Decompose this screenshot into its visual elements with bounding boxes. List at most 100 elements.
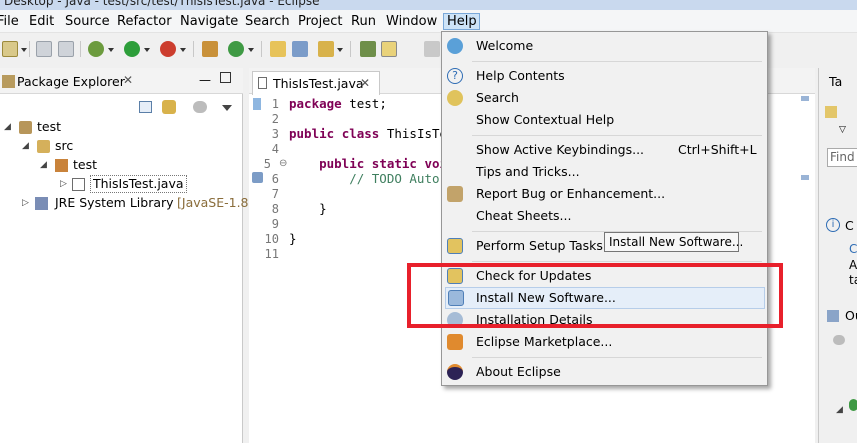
new-task-icon[interactable]	[825, 106, 837, 118]
save-all-icon[interactable]	[58, 41, 74, 57]
menu-item-contextual-help[interactable]: Show Contextual Help	[442, 109, 767, 131]
tree-label: ThisIsTest.java	[90, 175, 187, 193]
new-java-class-icon[interactable]	[228, 41, 244, 57]
external-tools-icon[interactable]	[160, 41, 176, 57]
line-number: 2	[271, 112, 279, 126]
search-tool-icon[interactable]	[318, 41, 334, 57]
view-menu-icon[interactable]	[193, 101, 207, 113]
menu-item-label: About Eclipse	[476, 364, 561, 379]
menu-project[interactable]: Project	[295, 13, 345, 30]
run-dropdown-arrow[interactable]	[144, 48, 150, 52]
line-number: 6	[271, 172, 279, 186]
info-icon: i	[826, 218, 840, 232]
menu-item-label: Tips and Tricks...	[476, 164, 580, 179]
line-number: 11	[264, 247, 279, 261]
menu-item-search[interactable]: Search	[442, 87, 767, 109]
menu-item-marketplace[interactable]: Eclipse Marketplace...	[442, 331, 767, 353]
menu-separator	[472, 61, 762, 62]
menu-item-help-contents[interactable]: ? Help Contents	[442, 65, 767, 87]
close-tab-icon[interactable]: ✕	[360, 76, 370, 90]
open-type-icon[interactable]	[270, 41, 286, 57]
menu-help[interactable]: Help	[443, 13, 480, 30]
menu-item-label: Eclipse Marketplace...	[476, 334, 613, 349]
menu-run[interactable]: Run	[348, 13, 379, 30]
line-number: 9	[271, 217, 279, 231]
new-class-dropdown-arrow[interactable]	[248, 48, 254, 52]
link-with-editor-icon[interactable]	[162, 100, 176, 114]
run-icon[interactable]	[124, 41, 140, 57]
menu-edit[interactable]: Edit	[26, 13, 57, 30]
code-line-8[interactable]: }	[289, 201, 327, 216]
new-dropdown-arrow[interactable]	[21, 48, 27, 52]
java-project-icon	[19, 121, 32, 134]
view-menu-arrow[interactable]	[222, 105, 232, 111]
eclipse-icon	[447, 364, 463, 380]
editor-tab[interactable]: ThisIsTest.java ✕	[252, 71, 380, 95]
line-number: 5	[263, 157, 271, 171]
expanded-arrow-icon[interactable]: ◢	[836, 405, 843, 415]
outline-toolbar-icon[interactable]	[833, 335, 845, 345]
show-whitespace-icon[interactable]	[424, 41, 440, 57]
welcome-icon	[447, 38, 463, 54]
menu-item-report-bug[interactable]: Report Bug or Enhancement...	[442, 183, 767, 205]
external-tools-dropdown-arrow[interactable]	[180, 48, 186, 52]
code-line-6[interactable]: // TODO Auto-g	[289, 171, 454, 186]
right-side-panel: Ta ▽ Find i C C A ta Ou ◢	[818, 68, 857, 443]
search-dropdown-arrow[interactable]	[337, 48, 343, 52]
menu-item-label: Show Active Keybindings...	[476, 142, 645, 157]
menu-item-keybindings[interactable]: Show Active Keybindings... Ctrl+Shift+L	[442, 139, 767, 161]
tree-label: src	[55, 138, 74, 153]
menu-refactor[interactable]: Refactor	[114, 13, 175, 30]
menu-source[interactable]: Source	[62, 13, 113, 30]
code-line-10[interactable]: }	[289, 231, 297, 246]
new-java-project-icon[interactable]	[202, 41, 218, 57]
menu-navigate[interactable]: Navigate	[177, 13, 241, 30]
package-explorer-title[interactable]: Package Explorer	[17, 74, 125, 89]
save-icon[interactable]	[36, 41, 52, 57]
code-line-3[interactable]: public class ThisIsTest	[289, 126, 462, 141]
code-line-5[interactable]: public static void	[289, 156, 454, 171]
expanded-arrow-icon[interactable]: ◢	[4, 118, 11, 136]
menu-separator	[472, 135, 762, 136]
minimize-icon[interactable]: —	[199, 73, 211, 87]
collapsed-arrow-icon[interactable]: ▷	[22, 194, 29, 212]
find-input[interactable]: Find	[827, 148, 857, 167]
pin-editor-icon[interactable]	[360, 41, 376, 57]
collapse-all-icon[interactable]	[139, 101, 152, 113]
toggle-mark-occurrences-icon[interactable]	[381, 41, 397, 57]
toolbar-separator	[350, 41, 351, 57]
chevron-down-icon[interactable]: ▽	[839, 125, 846, 135]
menu-search[interactable]: Search	[242, 13, 293, 30]
menu-item-about[interactable]: About Eclipse	[442, 361, 767, 383]
code-line-1[interactable]: package test;	[289, 96, 387, 111]
expanded-arrow-icon[interactable]: ◢	[40, 156, 47, 174]
menu-item-label: Show Contextual Help	[476, 112, 615, 127]
mylyn-text-a: A	[849, 258, 857, 272]
menu-item-cheat-sheets[interactable]: Cheat Sheets...	[442, 205, 767, 227]
line-number: 4	[271, 142, 279, 156]
window-title-bar: Desktop - Java - test/src/test/ThisIsTes…	[0, 0, 857, 10]
menu-window[interactable]: Window	[383, 13, 440, 30]
debug-icon[interactable]	[88, 41, 104, 57]
debug-dropdown-arrow[interactable]	[108, 48, 114, 52]
maximize-icon[interactable]	[220, 72, 231, 83]
outline-tab[interactable]: Ou	[845, 308, 857, 323]
menu-file[interactable]: File	[0, 13, 22, 30]
line-number: 8	[271, 202, 279, 216]
jre-version-label: [JavaSE-1.8]	[177, 195, 254, 210]
new-icon[interactable]	[2, 41, 18, 57]
menu-item-welcome[interactable]: Welcome	[442, 35, 767, 57]
package-icon	[55, 159, 68, 172]
expanded-arrow-icon[interactable]: ◢	[22, 137, 29, 155]
open-task-icon[interactable]	[292, 41, 308, 57]
overview-ruler-marker	[801, 175, 809, 180]
menu-item-tips[interactable]: Tips and Tricks...	[442, 161, 767, 183]
close-tab-icon[interactable]: ✕	[123, 73, 133, 87]
connect-link[interactable]: C	[849, 242, 857, 256]
collapsed-arrow-icon[interactable]: ▷	[60, 175, 67, 193]
fold-icon[interactable]: ⊖	[279, 158, 287, 169]
marketplace-icon	[447, 334, 463, 350]
keyword: package	[289, 96, 342, 111]
task-list-tab[interactable]: Ta	[829, 74, 842, 89]
keyword: static	[371, 156, 417, 171]
